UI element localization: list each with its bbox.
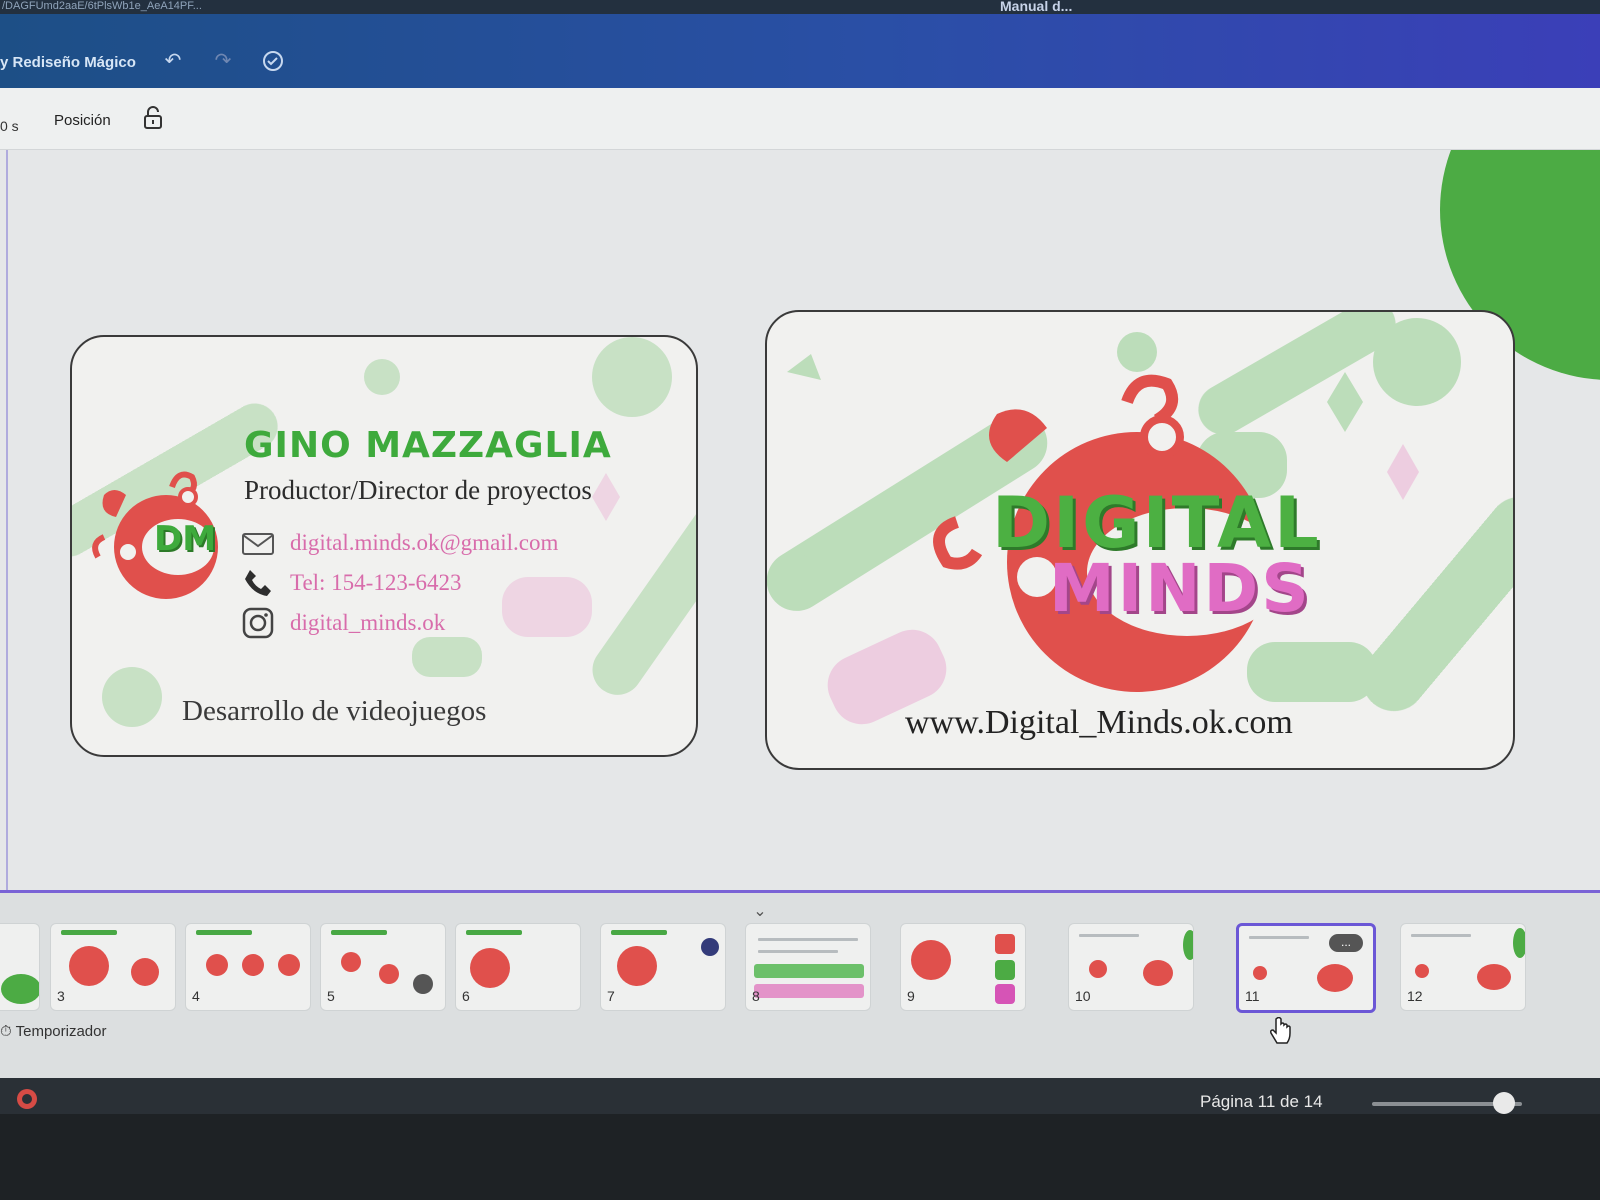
duration-button[interactable]: 0 s [0,118,19,134]
timer-icon: ⏱ [0,1023,16,1040]
mail-icon [242,533,274,555]
page-thumbnail-11-selected[interactable]: ... 11 [1236,923,1376,1013]
design-canvas[interactable]: DM GINO MAZZAGLIA Productor/Director de … [0,150,1600,890]
logo-text-minds: MINDS [1049,550,1312,627]
instagram-icon [242,607,274,639]
card-person-role[interactable]: Productor/Director de proyectos [244,475,592,506]
chevron-down-icon[interactable]: ⌄ [740,901,780,921]
zoom-slider-handle[interactable] [1493,1092,1515,1114]
magic-redesign-label[interactable]: y Rediseño Mágico [0,54,136,71]
document-title[interactable]: Manual d... [1000,0,1072,14]
redo-icon[interactable]: ↷ [210,48,236,74]
instagram-text: digital_minds.ok [290,610,446,635]
top-bar: /DAGFUmd2aaE/6tPlsWb1e_AeA14PF... y Redi… [0,0,1600,88]
canva-editor: /DAGFUmd2aaE/6tPlsWb1e_AeA14PF... y Redi… [0,0,1600,1200]
position-button[interactable]: Posición [54,112,111,129]
lock-icon[interactable] [142,106,164,130]
cloud-saved-icon[interactable] [260,48,286,74]
hand-cursor-icon [1270,1017,1291,1044]
business-card-back[interactable]: DIGITAL MINDS www.Digital_Minds.ok.com [765,310,1515,770]
page-thumbnail-2[interactable] [0,923,40,1011]
page-indicator[interactable]: Página 11 de 14 [1200,1092,1323,1112]
phone-row[interactable]: Tel: 154-123-6423 [240,565,462,601]
phone-text: Tel: 154-123-6423 [290,570,462,595]
canvas-guide-line [6,150,8,890]
url-text: /DAGFUmd2aaE/6tPlsWb1e_AeA14PF... [2,0,202,12]
undo-icon[interactable]: ↶ [160,48,186,74]
page-thumbnail-10[interactable]: 10 [1068,923,1194,1011]
instagram-row[interactable]: digital_minds.ok [240,605,445,641]
status-bar-shade [0,1078,1600,1114]
page-thumbnail-8[interactable]: 8 [745,923,871,1011]
timer-button[interactable]: ⏱ Temporizador [0,1023,106,1040]
pages-panel: ⌄ 3 4 5 6 7 8 9 10 ... 11 12 ⏱ Temporiza… [0,893,1600,1078]
page-thumbnail-4[interactable]: 4 [185,923,311,1011]
address-bar[interactable]: /DAGFUmd2aaE/6tPlsWb1e_AeA14PF... [0,0,1600,14]
email-row[interactable]: digital.minds.ok@gmail.com [240,525,558,561]
card-person-name[interactable]: GINO MAZZAGLIA [244,425,612,466]
editor-toolbar: 0 s Posición [0,88,1600,150]
timer-label: Temporizador [15,1023,107,1040]
dm-logo-text: DM [154,519,217,559]
card-slogan[interactable]: Desarrollo de videojuegos [182,695,486,728]
phone-icon [245,570,271,596]
page-thumbnail-9[interactable]: 9 [900,923,1026,1011]
page-thumbnail-7[interactable]: 7 [600,923,726,1011]
app-logo-icon[interactable] [14,1086,40,1112]
page-thumbnail-3[interactable]: 3 [50,923,176,1011]
page-thumbnail-5[interactable]: 5 [320,923,446,1011]
more-options-button[interactable]: ... [1329,934,1363,952]
email-text: digital.minds.ok@gmail.com [290,530,559,555]
status-bar: Página 11 de 14 [0,1078,1600,1200]
business-card-front[interactable]: DM GINO MAZZAGLIA Productor/Director de … [70,335,698,757]
page-thumbnail-12[interactable]: 12 [1400,923,1526,1011]
page-thumbnail-6[interactable]: 6 [455,923,581,1011]
card-website[interactable]: www.Digital_Minds.ok.com [905,704,1293,742]
